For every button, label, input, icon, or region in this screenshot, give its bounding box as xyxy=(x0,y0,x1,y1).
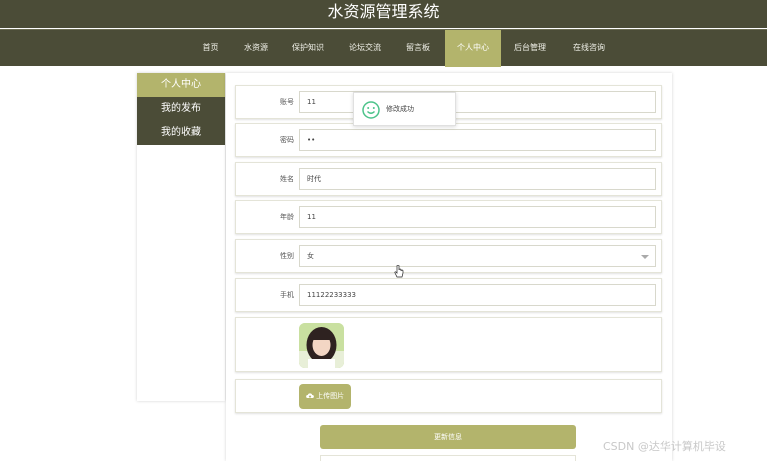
nav-item-online-consult[interactable]: 在线咨询 xyxy=(564,30,614,67)
nav-item-admin[interactable]: 后台管理 xyxy=(505,30,555,67)
nav-item-forum[interactable]: 论坛交流 xyxy=(341,30,389,67)
gender-label: 性别 xyxy=(280,252,294,260)
site-title: 水资源管理系统 xyxy=(327,2,440,21)
gender-row: 性别 女 xyxy=(235,239,662,273)
phone-label: 手机 xyxy=(280,291,294,299)
name-label: 姓名 xyxy=(280,175,294,183)
age-input[interactable]: 11 xyxy=(299,206,656,228)
upload-image-label: 上传图片 xyxy=(316,392,345,400)
nav-item-home[interactable]: 首页 xyxy=(193,30,228,67)
watermark: CSDN @达华计算机毕设 xyxy=(603,440,726,453)
password-row: 密码 •• xyxy=(235,123,662,157)
avatar xyxy=(299,323,344,368)
gender-value: 女 xyxy=(307,252,314,260)
phone-input[interactable]: 11122233333 xyxy=(299,284,656,306)
next-row xyxy=(320,455,576,461)
phone-row: 手机 11122233333 xyxy=(235,278,662,312)
avatar-row xyxy=(235,317,662,372)
sidebar-item-my-favorites[interactable]: 我的收藏 xyxy=(137,121,225,145)
chevron-down-icon xyxy=(641,255,649,259)
main-nav: 首页 水资源 保护知识 论坛交流 留言板 个人中心 后台管理 在线咨询 xyxy=(0,29,767,67)
password-input[interactable]: •• xyxy=(299,129,656,151)
upload-image-button[interactable]: 上传图片 xyxy=(299,384,351,409)
name-row: 姓名 时代 xyxy=(235,162,662,196)
age-label: 年龄 xyxy=(280,213,294,221)
toast-message: 修改成功 xyxy=(386,105,414,113)
nav-item-protection-knowledge[interactable]: 保护知识 xyxy=(285,30,331,67)
nav-item-personal-center[interactable]: 个人中心 xyxy=(445,30,501,67)
header-bar: 水资源管理系统 xyxy=(0,0,767,28)
gender-select[interactable]: 女 xyxy=(299,245,656,267)
cloud-upload-icon xyxy=(306,393,314,399)
account-label: 账号 xyxy=(280,98,294,106)
hand-cursor-icon xyxy=(394,265,404,278)
nav-item-message-board[interactable]: 留言板 xyxy=(398,30,438,67)
sidebar-item-personal-center[interactable]: 个人中心 xyxy=(137,73,225,97)
smile-icon xyxy=(362,101,380,119)
sidebar: 个人中心 我的发布 我的收藏 xyxy=(137,73,225,401)
name-input[interactable]: 时代 xyxy=(299,168,656,190)
update-info-button[interactable]: 更新信息 xyxy=(320,425,576,449)
nav-item-water-resources[interactable]: 水资源 xyxy=(236,30,276,67)
password-label: 密码 xyxy=(280,136,294,144)
upload-row: 上传图片 xyxy=(235,379,662,413)
success-toast: 修改成功 xyxy=(353,92,456,126)
sidebar-item-my-posts[interactable]: 我的发布 xyxy=(137,97,225,121)
age-row: 年龄 11 xyxy=(235,200,662,234)
